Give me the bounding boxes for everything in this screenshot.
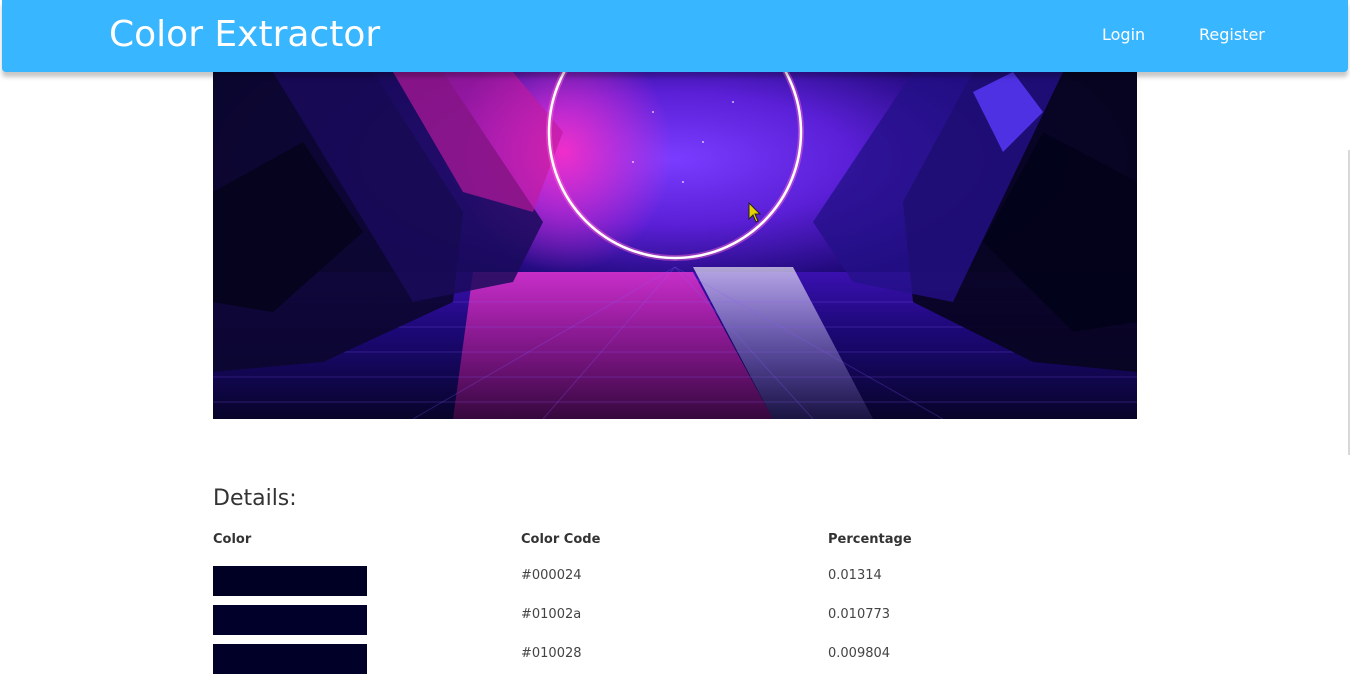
table-row: #010028 0.009804 (213, 644, 1137, 674)
percentage-cell: 0.010773 (828, 607, 891, 622)
percentage-cell: 0.009804 (828, 646, 891, 661)
top-navbar: Color Extractor Login Register (2, 0, 1348, 72)
brand-logo-link[interactable]: Color Extractor (109, 13, 380, 57)
neon-ring-corridor-image (213, 72, 1137, 419)
uploaded-image-preview (213, 72, 1137, 419)
details-heading: Details: (213, 486, 297, 511)
color-code-cell: #01002a (521, 607, 582, 622)
color-code-cell: #000024 (521, 568, 582, 583)
color-code-cell: #010028 (521, 646, 582, 661)
table-row: #000024 0.01314 (213, 566, 1137, 596)
login-link[interactable]: Login (1102, 24, 1145, 46)
column-header-color: Color (213, 532, 252, 547)
column-header-color-code: Color Code (521, 532, 601, 547)
color-swatch (213, 605, 367, 635)
register-link[interactable]: Register (1199, 24, 1265, 46)
color-swatch (213, 644, 367, 674)
color-swatch (213, 566, 367, 596)
column-header-percentage: Percentage (828, 532, 912, 547)
table-row: #01002a 0.010773 (213, 605, 1137, 635)
percentage-cell: 0.01314 (828, 568, 882, 583)
mouse-pointer-icon (748, 202, 762, 223)
